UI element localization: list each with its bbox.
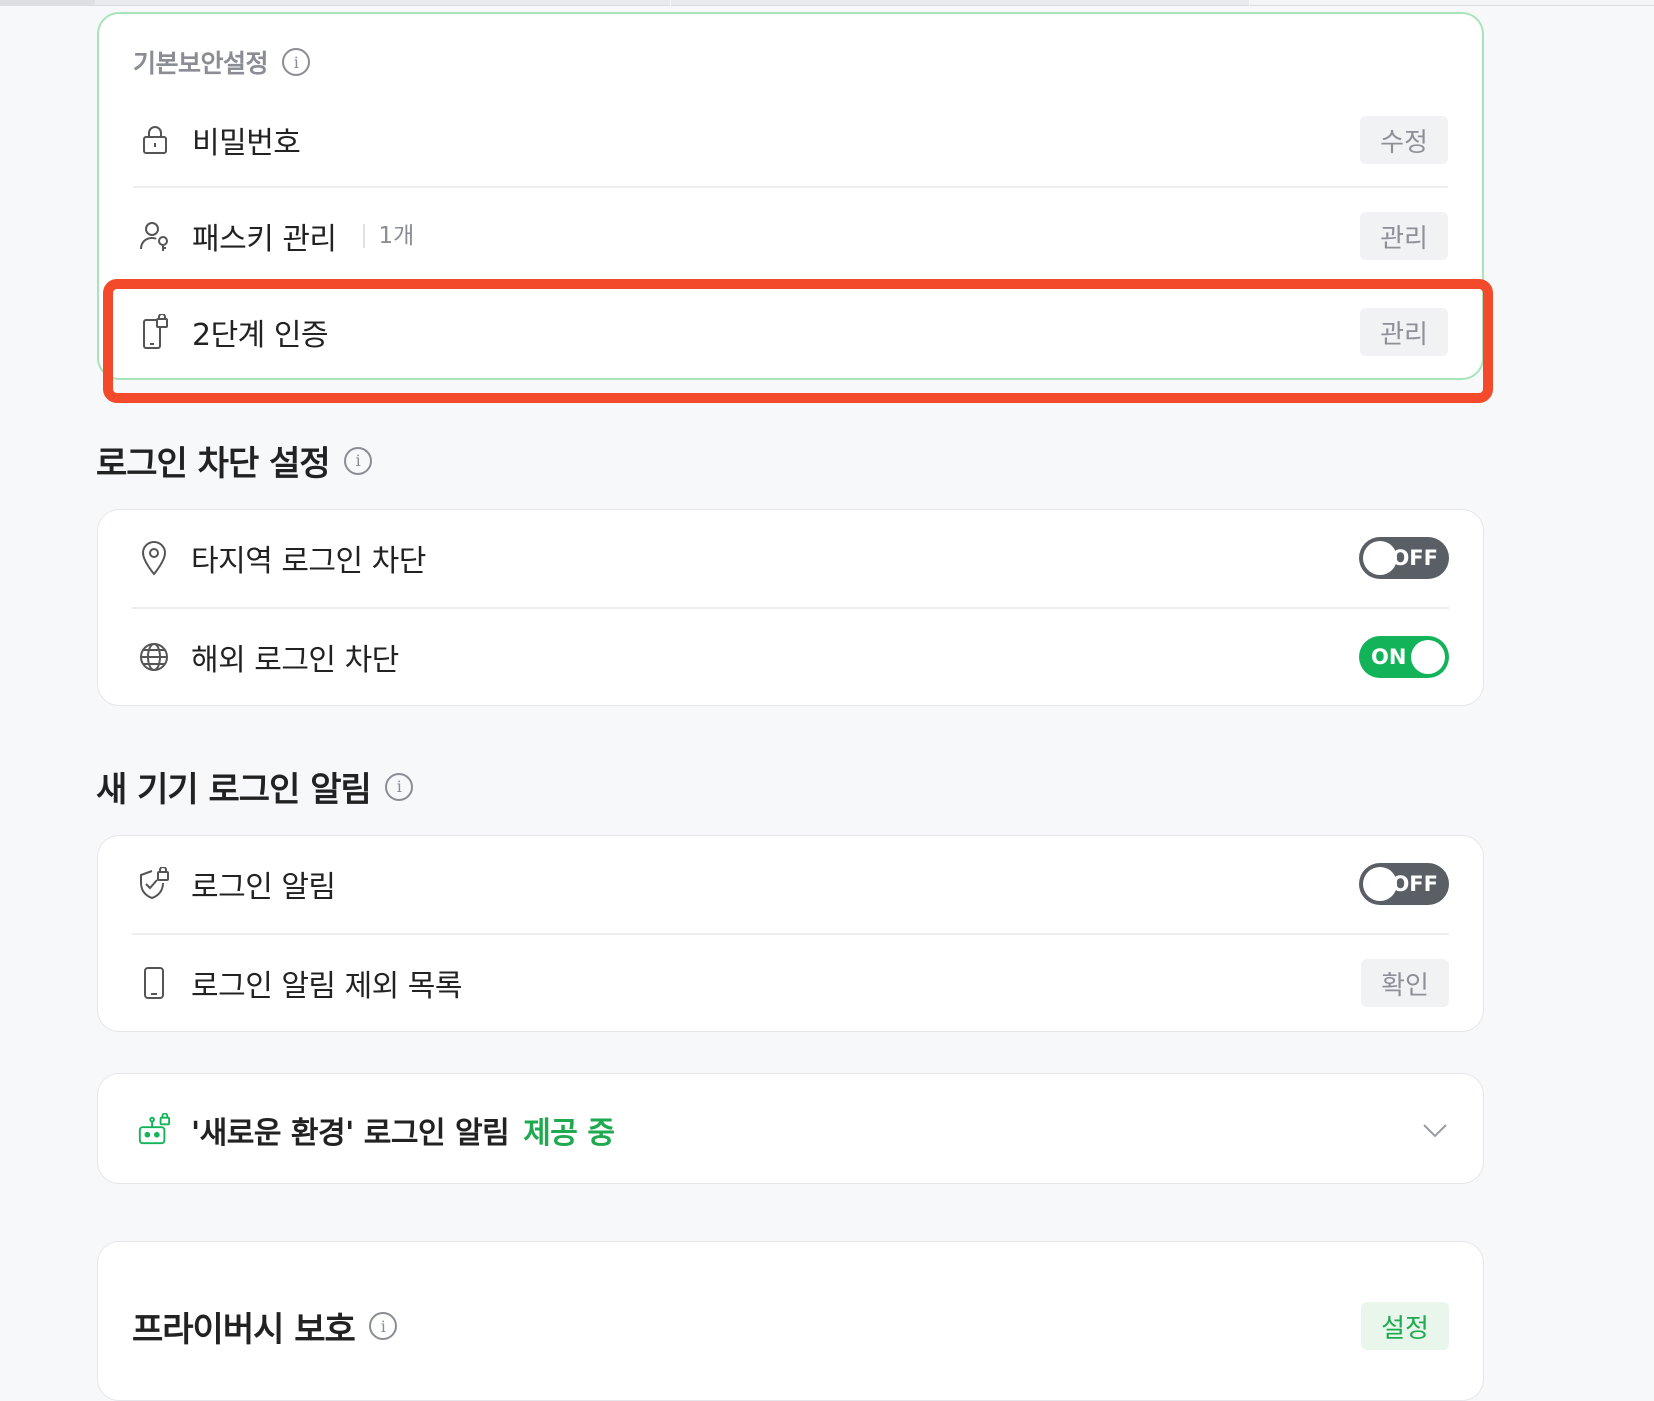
shield-check-icon xyxy=(137,867,171,901)
overseas-block-row: 해외 로그인 차단 ON xyxy=(132,609,1449,705)
phone-icon xyxy=(137,966,171,1000)
tab-segment[interactable] xyxy=(1250,0,1654,6)
login-alert-toggle[interactable]: OFF xyxy=(1359,863,1449,905)
new-environment-card[interactable]: '새로운 환경' 로그인 알림 제공 중 xyxy=(97,1073,1484,1184)
highlight-box xyxy=(103,279,1493,403)
login-block-card: 타지역 로그인 차단 OFF 해외 로그인 차단 ON xyxy=(97,509,1484,706)
new-device-title: 새 기기 로그인 알림 xyxy=(96,770,372,810)
region-block-toggle[interactable]: OFF xyxy=(1359,537,1449,579)
alert-exclusion-label: 로그인 알림 제외 목록 xyxy=(191,969,463,1004)
privacy-row: 프라이버시 보호 i 설정 xyxy=(132,1278,1449,1374)
privacy-title-text: 프라이버시 보호 xyxy=(132,1309,356,1350)
login-alert-label: 로그인 알림 xyxy=(191,870,336,905)
info-icon[interactable]: i xyxy=(384,772,413,801)
toggle-state: OFF xyxy=(1391,872,1438,896)
basic-security-title: 기본보안설정 i xyxy=(133,44,311,80)
passkey-manage-button[interactable]: 관리 xyxy=(1360,212,1448,260)
passkey-label: 패스키 관리 xyxy=(192,222,337,257)
passkey-icon xyxy=(138,219,172,253)
tab-segment[interactable] xyxy=(95,0,670,6)
tab-segment[interactable] xyxy=(0,0,95,6)
password-row: 비밀번호 수정 xyxy=(133,92,1448,188)
login-alert-row: 로그인 알림 OFF xyxy=(132,836,1449,932)
tab-segment[interactable] xyxy=(671,0,1249,6)
new-environment-status: 제공 중 xyxy=(523,1116,615,1151)
login-block-title: 로그인 차단 설정 xyxy=(96,444,331,484)
overseas-block-label: 해외 로그인 차단 xyxy=(191,643,399,678)
alert-exclusion-row: 로그인 알림 제외 목록 확인 xyxy=(132,935,1449,1031)
passkey-row: 패스키 관리 1개 관리 xyxy=(133,188,1448,284)
region-block-row: 타지역 로그인 차단 OFF xyxy=(132,510,1449,606)
top-tab-strip xyxy=(0,0,1654,7)
chevron-down-icon[interactable] xyxy=(1421,1116,1449,1144)
region-block-label: 타지역 로그인 차단 xyxy=(191,544,426,579)
new-environment-label-text: '새로운 환경' 로그인 알림 xyxy=(191,1116,510,1151)
toggle-knob xyxy=(1411,640,1445,674)
info-icon[interactable]: i xyxy=(343,446,372,475)
privacy-card: 프라이버시 보호 i 설정 xyxy=(97,1241,1484,1401)
new-device-card: 로그인 알림 OFF 로그인 알림 제외 목록 확인 xyxy=(97,835,1484,1032)
toggle-state: OFF xyxy=(1391,546,1438,570)
password-edit-button[interactable]: 수정 xyxy=(1360,116,1448,164)
password-label: 비밀번호 xyxy=(192,126,301,161)
globe-icon xyxy=(137,640,171,674)
overseas-block-toggle[interactable]: ON xyxy=(1359,636,1449,678)
basic-security-title-text: 기본보안설정 xyxy=(133,49,269,78)
lock-icon xyxy=(138,123,172,157)
privacy-title: 프라이버시 보호 i xyxy=(132,1302,397,1351)
new-device-heading: 새 기기 로그인 알림 i xyxy=(96,762,413,811)
toggle-state: ON xyxy=(1371,645,1407,669)
alert-exclusion-check-button[interactable]: 확인 xyxy=(1361,959,1449,1007)
location-pin-icon xyxy=(137,541,171,576)
info-icon[interactable]: i xyxy=(282,48,311,76)
new-environment-label: '새로운 환경' 로그인 알림 제공 중 xyxy=(191,1108,615,1152)
passkey-count: 1개 xyxy=(362,224,414,248)
login-block-heading: 로그인 차단 설정 i xyxy=(96,436,372,485)
new-environment-row: '새로운 환경' 로그인 알림 제공 중 xyxy=(132,1082,1449,1178)
privacy-settings-button[interactable]: 설정 xyxy=(1361,1302,1449,1350)
robot-icon xyxy=(137,1113,171,1147)
info-icon[interactable]: i xyxy=(368,1312,397,1340)
